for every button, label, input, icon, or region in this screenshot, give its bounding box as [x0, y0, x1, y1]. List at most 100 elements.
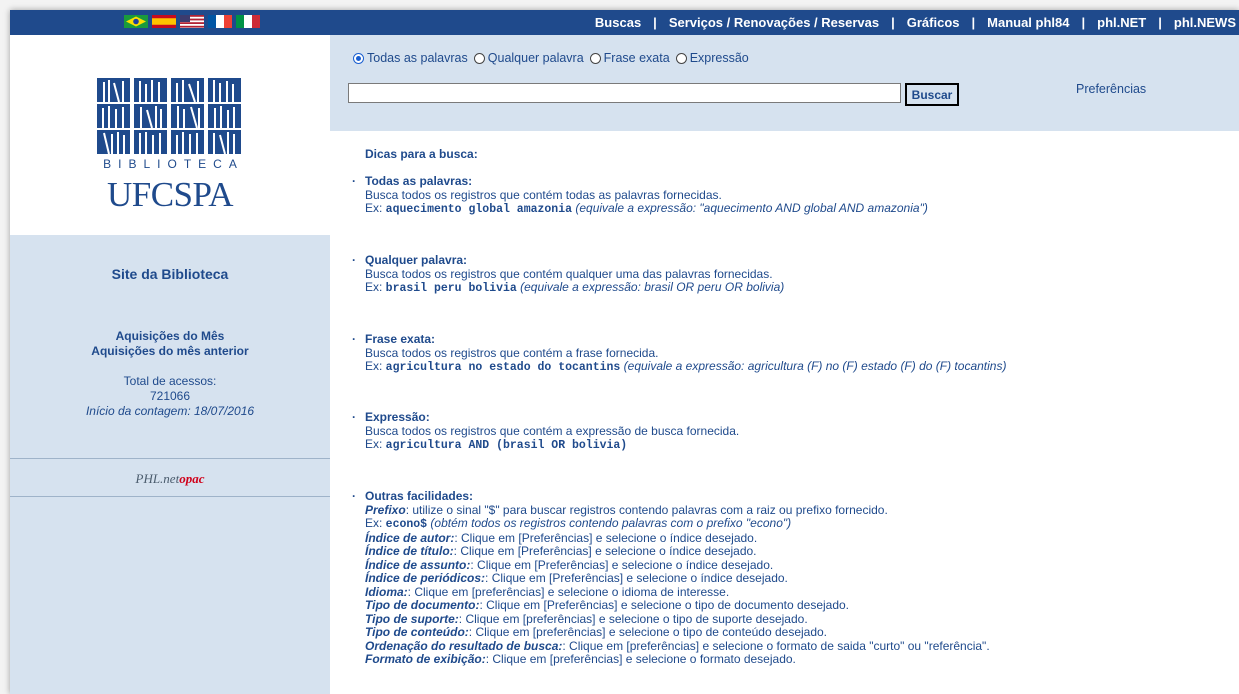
- radio-empty-icon[interactable]: [675, 52, 687, 64]
- logo-biblioteca-text: BIBLIOTECA: [103, 157, 244, 171]
- inicio-contagem-text: Início da contagem: 18/07/2016: [85, 404, 255, 418]
- language-flags: [124, 15, 260, 28]
- total-acessos-label: Total de acessos:: [123, 374, 217, 388]
- ex-code: agricultura AND (brasil OR bolivia): [385, 439, 628, 452]
- ex-label: Ex:: [365, 359, 386, 373]
- opac-logo-text: opac: [179, 471, 205, 486]
- facility-text: : Clique em [preferências] e selecione o…: [407, 584, 730, 599]
- facility-label: Ordenação do resultado de busca:: [365, 638, 563, 653]
- library-logo[interactable]: BIBLIOTECA UFCSPA: [10, 35, 330, 235]
- usa-flag-icon[interactable]: [180, 15, 204, 28]
- bullet: ·: [352, 253, 356, 267]
- ex-label: Ex:: [365, 516, 386, 530]
- facility-item: Idioma:: Clique em [preferências] e sele…: [365, 584, 990, 600]
- ex-code: aquecimento global amazonia: [385, 203, 573, 216]
- facility-label: Tipo de suporte:: [365, 611, 459, 626]
- search-mode-options: Todas as palavras Qualquer palavra Frase…: [353, 51, 755, 65]
- italy-flag-icon[interactable]: [236, 15, 260, 28]
- phl-opac-logo[interactable]: PHL.netopac: [10, 471, 330, 487]
- tip-description: Busca todos os registros que contém toda…: [365, 187, 722, 202]
- preferencias-link[interactable]: Preferências: [1076, 82, 1146, 96]
- facility-text: : Clique em [preferências] e selecione o…: [485, 652, 796, 666]
- aquisicoes-anterior-link[interactable]: Aquisições do mês anterior: [10, 344, 330, 358]
- radio-label: Expressão: [689, 51, 749, 65]
- tip-example: Ex: aquecimento global amazonia (equival…: [365, 201, 928, 217]
- radio-label: Frase exata: [603, 51, 670, 65]
- tip-heading: Todas as palavras:: [365, 174, 473, 188]
- total-acessos-value: 721066: [149, 389, 191, 403]
- facility-text: : Clique em [preferências] e selecione o…: [562, 638, 990, 653]
- ex-code: agricultura no estado do tocantins: [385, 361, 621, 374]
- facility-item: Tipo de suporte:: Clique em [preferência…: [365, 611, 990, 627]
- spain-flag-icon[interactable]: [152, 15, 176, 28]
- facility-label: Idioma:: [365, 584, 408, 599]
- nav-phl-news[interactable]: phl.NEWS: [1174, 15, 1236, 30]
- bookshelf-logo-icon: [97, 78, 241, 155]
- brazil-flag-icon[interactable]: [124, 15, 148, 28]
- top-nav-links: Buscas | Serviços / Renovações / Reservas…: [595, 10, 1236, 35]
- facility-text: : Clique em [Preferências] e selecione o…: [479, 598, 850, 612]
- tip-example: Ex: econo$ (obtém todos os registros con…: [365, 516, 990, 532]
- tip-prefixo: Prefixo: utilize o sinal "$" para buscar…: [365, 502, 990, 518]
- prefixo-label: Prefixo: [365, 502, 406, 517]
- facility-text: : Clique em [Preferências] e selecione o…: [470, 557, 774, 572]
- nav-separator: |: [891, 15, 895, 30]
- nav-graficos[interactable]: Gráficos: [907, 15, 960, 30]
- aquisicoes-mes-link[interactable]: Aquisições do Mês: [10, 329, 330, 343]
- ex-label: Ex:: [365, 201, 386, 215]
- radio-selected-icon[interactable]: [353, 52, 364, 64]
- tip-heading: Qualquer palavra:: [365, 253, 468, 267]
- tip-description: Busca todos os registros que contém a fr…: [365, 345, 659, 360]
- radio-qualquer-palavra[interactable]: Qualquer palavra: [473, 51, 584, 65]
- radio-label: Todas as palavras: [367, 51, 468, 65]
- facility-item: Tipo de conteúdo:: Clique em [preferênci…: [365, 625, 990, 640]
- buscar-button[interactable]: Buscar: [905, 83, 959, 106]
- facility-label: Índice de periódicos:: [365, 571, 486, 585]
- ex-label: Ex:: [365, 280, 386, 294]
- ex-code: econo$: [385, 518, 428, 531]
- tip-todas-palavras: · Todas as palavras: Busca todos os regi…: [348, 174, 928, 217]
- radio-frase-exata[interactable]: Frase exata: [589, 51, 670, 65]
- radio-todas-palavras[interactable]: Todas as palavras: [353, 51, 468, 65]
- site-da-biblioteca-link[interactable]: Site da Biblioteca: [10, 266, 330, 282]
- radio-empty-icon[interactable]: [589, 52, 601, 64]
- nav-separator: |: [1081, 15, 1086, 30]
- tip-description: Busca todos os registros que contém qual…: [365, 266, 773, 281]
- bullet: ·: [352, 489, 356, 503]
- facility-item: Formato de exibição:: Clique em [preferê…: [365, 652, 990, 667]
- nav-separator: |: [653, 15, 657, 30]
- radio-empty-icon[interactable]: [473, 52, 485, 64]
- search-panel: Todas as palavras Qualquer palavra Frase…: [330, 35, 1239, 131]
- prefixo-text: : utilize o sinal "$" para buscar regist…: [405, 502, 888, 517]
- facility-text: : Clique em [Preferências] e selecione o…: [485, 571, 788, 585]
- browser-frame: Buscas | Serviços / Renovações / Reservas…: [10, 10, 1239, 694]
- facility-label: Tipo de conteúdo:: [365, 625, 469, 639]
- ex-label: Ex:: [365, 437, 386, 451]
- tip-expressao: · Expressão: Busca todos os registros qu…: [348, 410, 739, 453]
- radio-label: Qualquer palavra: [487, 51, 584, 65]
- nav-phl-net[interactable]: phl.NET: [1097, 15, 1146, 30]
- facility-label: Índice de autor:: [365, 530, 455, 545]
- top-navigation-bar: Buscas | Serviços / Renovações / Reservas…: [10, 10, 1239, 35]
- nav-separator: |: [1158, 15, 1162, 30]
- facility-item: Índice de autor:: Clique em [Preferência…: [365, 530, 990, 546]
- tip-example: Ex: agricultura no estado do tocantins (…: [365, 359, 1006, 375]
- bullet: ·: [352, 332, 356, 346]
- ex-code: brasil peru bolivia: [385, 282, 517, 295]
- facility-text: : Clique em [Preferências] e selecione o…: [454, 530, 758, 545]
- nav-manual[interactable]: Manual phl84: [987, 15, 1069, 30]
- facility-label: Tipo de documento:: [365, 598, 480, 612]
- france-flag-icon[interactable]: [208, 15, 232, 28]
- tip-frase-exata: · Frase exata: Busca todos os registros …: [348, 332, 1006, 375]
- left-sidebar: BIBLIOTECA UFCSPA Site da Biblioteca Aqu…: [10, 35, 330, 694]
- tip-example: Ex: brasil peru bolivia (equivale a expr…: [365, 280, 784, 296]
- sidebar-info-panel: Site da Biblioteca Aquisições do Mês Aqu…: [10, 235, 330, 694]
- nav-buscas[interactable]: Buscas: [595, 15, 641, 30]
- radio-expressao[interactable]: Expressão: [675, 51, 749, 65]
- tip-example: Ex: agricultura AND (brasil OR bolivia): [365, 437, 739, 453]
- facility-text: : Clique em [preferências] e selecione o…: [458, 611, 808, 626]
- bullet: ·: [352, 410, 356, 424]
- phl-logo-text: PHL.net: [135, 471, 180, 486]
- search-input[interactable]: [348, 83, 901, 103]
- nav-servicos[interactable]: Serviços / Renovações / Reservas: [669, 15, 879, 30]
